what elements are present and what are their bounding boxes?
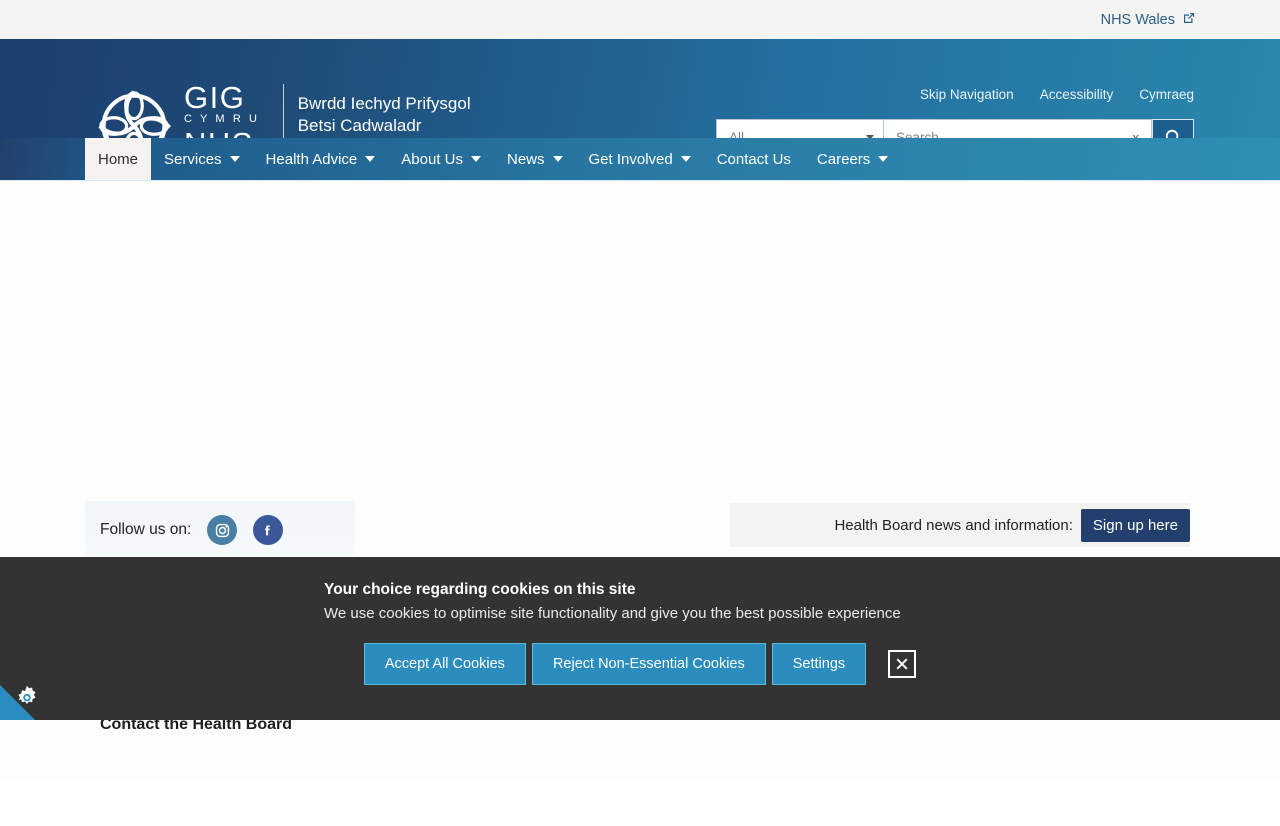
skip-navigation-link[interactable]: Skip Navigation [920, 87, 1014, 102]
accessibility-link[interactable]: Accessibility [1040, 87, 1114, 102]
gear-icon [18, 685, 36, 704]
facebook-icon[interactable] [253, 515, 284, 545]
board-line-1: Bwrdd Iechyd Prifysgol [297, 94, 471, 113]
board-line-2: Betsi Cadwaladr [297, 116, 422, 135]
reject-non-essential-cookies-button[interactable]: Reject Non-Essential Cookies [531, 643, 766, 685]
cookie-settings-button[interactable]: Settings [771, 643, 867, 685]
logo-divider [282, 84, 284, 138]
nav-left-spacer [0, 138, 85, 180]
chevron-down-icon [878, 156, 889, 162]
nav-item-health-advice[interactable]: Health Advice [253, 138, 389, 180]
nav-item-home[interactable]: Home [85, 138, 152, 180]
search-clear-button[interactable]: x [1131, 130, 1142, 138]
site-masthead: GIG C Y M R U NHS W A L E S Bwrdd Iechyd… [0, 39, 1280, 138]
gig-nhs-wordmark: GIG C Y M R U NHS W A L E S [184, 82, 269, 138]
nav-item-label: Home [98, 150, 139, 168]
nav-item-about-us[interactable]: About Us [388, 138, 494, 180]
site-search: All... x [716, 119, 1194, 138]
cookie-consent-banner: Your choice regarding cookies on this si… [0, 557, 1280, 720]
search-scope-select[interactable]: All... [716, 119, 884, 138]
nav-item-label: About Us [401, 150, 463, 168]
search-field-wrapper: x [884, 119, 1152, 138]
nav-item-label: News [506, 150, 545, 168]
chevron-down-icon [866, 135, 874, 138]
main-navigation: Home Services Health Advice About Us New… [0, 138, 1280, 181]
sign-up-here-button[interactable]: Sign up here [1080, 508, 1190, 542]
chevron-down-icon [470, 156, 481, 162]
chevron-down-icon [552, 156, 563, 162]
nav-item-get-involved[interactable]: Get Involved [576, 138, 704, 180]
cookie-banner-close-button[interactable] [888, 650, 917, 678]
close-icon [896, 658, 908, 670]
masthead-utility-links: Skip Navigation Accessibility Cymraeg [920, 87, 1194, 102]
nhs-wales-external-link[interactable]: NHS Wales [1101, 11, 1196, 29]
page-root: NHS Wales GIG C Y M R U Bwrdd Iechyd Pri… [0, 0, 1280, 826]
cookie-settings-corner-tab[interactable] [0, 645, 85, 720]
follow-us-row: Follow us on: [100, 515, 355, 545]
board-line-3: University Health Board [298, 137, 477, 138]
cymraeg-language-link[interactable]: Cymraeg [1139, 87, 1194, 102]
search-submit-button[interactable] [1152, 119, 1194, 138]
nav-item-news[interactable]: News [494, 138, 576, 180]
search-input[interactable] [896, 130, 1106, 138]
follow-us-label: Follow us on: [100, 521, 192, 538]
nav-item-label: Contact Us [716, 150, 791, 168]
external-link-icon [1182, 11, 1196, 29]
search-scope-value: All... [729, 130, 756, 138]
chevron-down-icon [365, 156, 376, 162]
magnifier-icon [1165, 129, 1178, 138]
nav-item-contact-us[interactable]: Contact Us [704, 138, 804, 180]
nav-item-label: Services [164, 150, 222, 168]
nhs-wales-label: NHS Wales [1100, 11, 1175, 28]
accept-all-cookies-button[interactable]: Accept All Cookies [363, 643, 526, 685]
logo-cymru: C Y M R U [184, 112, 260, 125]
instagram-icon[interactable] [207, 515, 238, 545]
top-utility-bar: NHS Wales [0, 0, 1280, 39]
nav-item-services[interactable]: Services [151, 138, 253, 180]
cookie-banner-actions: Accept All Cookies Reject Non-Essential … [0, 643, 1280, 685]
newsletter-signup-bar: Health Board news and information: Sign … [730, 503, 1190, 547]
cookie-banner-description: We use cookies to optimise site function… [324, 605, 901, 622]
nav-item-label: Careers [816, 150, 871, 168]
chevron-down-icon [680, 156, 691, 162]
nav-item-label: Get Involved [588, 150, 673, 168]
nhs-wales-knot-icon [98, 90, 171, 138]
health-board-name: Bwrdd Iechyd Prifysgol Betsi Cadwaladr U… [298, 93, 477, 138]
cookie-banner-title: Your choice regarding cookies on this si… [324, 581, 636, 598]
signup-text: Health Board news and information: [834, 516, 1073, 534]
site-logo[interactable]: GIG C Y M R U NHS W A L E S Bwrdd Iechyd… [88, 80, 476, 138]
nav-item-label: Health Advice [265, 150, 358, 168]
logo-gig: GIG [184, 79, 246, 115]
chevron-down-icon [229, 156, 240, 162]
logo-nhs: NHS [184, 128, 269, 138]
nav-item-careers[interactable]: Careers [804, 138, 901, 180]
cookie-banner-inner: Your choice regarding cookies on this si… [0, 557, 1280, 685]
nav-item-list: Home Services Health Advice About Us New… [85, 138, 901, 180]
